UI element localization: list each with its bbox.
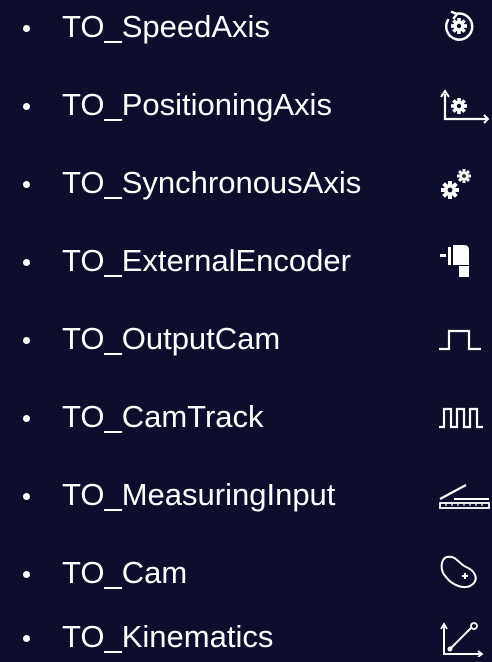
item-label: TO_SynchronousAxis <box>62 165 362 200</box>
technology-object-list: TO_SpeedAxis TO_PositioningAxis TO_Synch… <box>0 0 492 660</box>
bullet <box>23 571 30 578</box>
list-item: TO_SynchronousAxis <box>0 158 492 208</box>
item-label: TO_ExternalEncoder <box>62 243 351 278</box>
synchronous-axis-icon <box>437 163 491 203</box>
list-item: TO_CamTrack <box>0 392 492 442</box>
bullet <box>23 493 30 500</box>
item-label: TO_Kinematics <box>62 619 274 654</box>
positioning-axis-icon <box>437 85 491 125</box>
item-label: TO_Cam <box>62 555 188 590</box>
bullet <box>23 103 30 110</box>
item-label: TO_MeasuringInput <box>62 477 336 512</box>
kinematics-icon <box>437 617 491 657</box>
bullet <box>23 337 30 344</box>
list-item: TO_OutputCam <box>0 314 492 364</box>
measuring-input-icon <box>437 475 491 515</box>
bullet <box>23 259 30 266</box>
external-encoder-icon <box>437 241 491 281</box>
item-label: TO_SpeedAxis <box>62 9 270 44</box>
list-item: TO_MeasuringInput <box>0 470 492 520</box>
list-item: TO_SpeedAxis <box>0 2 492 52</box>
speed-axis-icon <box>437 7 491 47</box>
item-label: TO_PositioningAxis <box>62 87 332 122</box>
list-item: TO_PositioningAxis <box>0 80 492 130</box>
cam-icon <box>437 553 491 593</box>
list-item: TO_Kinematics <box>0 612 492 662</box>
bullet <box>23 181 30 188</box>
bullet <box>23 635 30 642</box>
item-label: TO_OutputCam <box>62 321 281 356</box>
list-item: TO_ExternalEncoder <box>0 236 492 286</box>
item-label: TO_CamTrack <box>62 399 264 434</box>
list-item: TO_Cam <box>0 548 492 598</box>
cam-track-icon <box>437 397 491 437</box>
output-cam-icon <box>437 319 491 359</box>
bullet <box>23 415 30 422</box>
bullet <box>23 25 30 32</box>
